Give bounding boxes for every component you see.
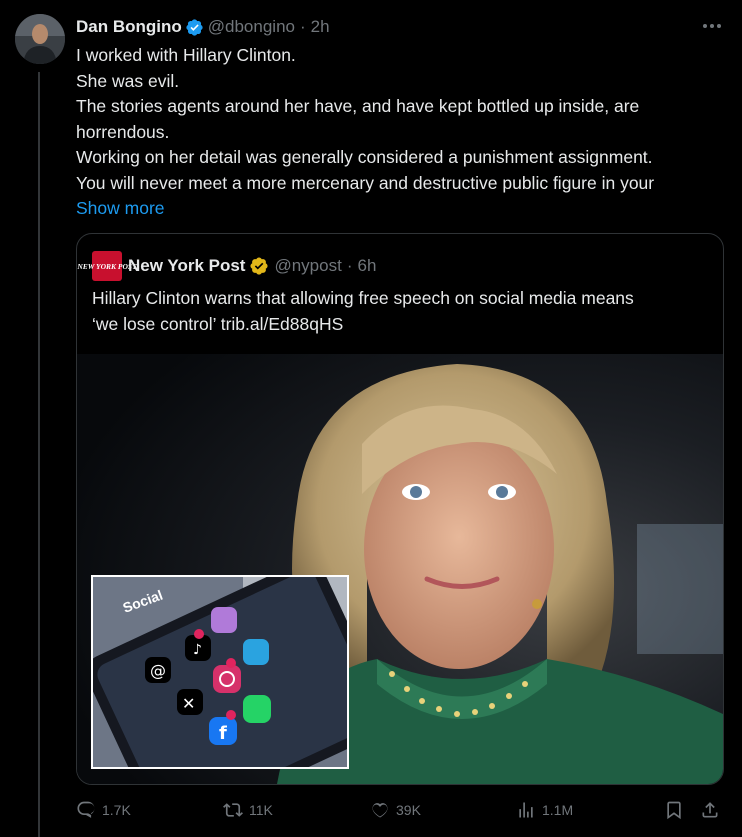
post-line: You will never meet a more mercenary and… [76, 172, 655, 193]
views-button[interactable]: 1.1M [516, 800, 573, 820]
share-icon [702, 802, 718, 818]
social-apps-inset: Social ♪ @ ✕ f [91, 575, 349, 769]
verified-icon [250, 257, 269, 275]
reply-button[interactable]: 1.7K [76, 800, 131, 820]
like-count: 39K [396, 802, 421, 818]
thread-line [38, 72, 40, 837]
svg-text:♪: ♪ [193, 642, 202, 658]
post-line: The stories agents around her have, and … [76, 96, 640, 116]
time-separator: · [299, 17, 306, 36]
nypost-logo: NEW YORK POST [77, 251, 137, 281]
show-more-link[interactable]: Show more [76, 196, 726, 222]
svg-text:f: f [219, 723, 227, 744]
quote-author-handle[interactable]: @nypost [274, 256, 341, 276]
verified-icon [186, 18, 203, 36]
author-handle[interactable]: @dbongino [208, 16, 295, 38]
quote-media[interactable]: Social ♪ @ ✕ f [77, 354, 723, 784]
reply-icon [77, 801, 95, 818]
post-line: Working on her detail was generally cons… [76, 147, 653, 167]
views-count: 1.1M [542, 802, 574, 818]
more-icon[interactable] [696, 14, 728, 38]
repost-icon [223, 803, 243, 817]
time-separator: · [346, 256, 353, 275]
like-button[interactable]: 39K [370, 800, 421, 820]
svg-text:✕: ✕ [182, 694, 195, 713]
post-line: She was evil. [76, 70, 180, 91]
like-icon [372, 803, 388, 818]
post-line: horrendous. [76, 121, 170, 142]
post-header: Dan Bongino @dbongino · 2h [76, 16, 330, 38]
quote-text: Hillary Clinton warns that allowing free… [92, 286, 712, 337]
repost-count: 11K [249, 802, 273, 818]
author-name[interactable]: Dan Bongino [76, 16, 182, 38]
reply-count: 1.7K [102, 802, 131, 818]
post-text: I worked with Hillary Clinton. She was e… [76, 43, 726, 222]
bookmark-icon [667, 801, 681, 820]
views-icon [519, 802, 533, 818]
quote-author-name[interactable]: New York Post [128, 256, 245, 276]
quote-time[interactable]: 6h [358, 256, 377, 276]
quoted-post[interactable]: NEW YORK POST New York Post @nypost · 6h… [76, 233, 724, 785]
post-line: I worked with Hillary Clinton. [76, 45, 296, 65]
bookmark-button[interactable] [664, 800, 684, 820]
repost-button[interactable]: 11K [223, 800, 273, 820]
svg-text:@: @ [150, 661, 166, 680]
quote-header: NEW YORK POST New York Post @nypost · 6h [77, 251, 377, 281]
post-time[interactable]: 2h [311, 16, 330, 38]
quote-line: ‘we lose control’ trib.al/Ed88qHS [92, 313, 344, 334]
share-button[interactable] [700, 800, 720, 820]
avatar[interactable] [15, 14, 65, 64]
action-bar: 1.7K 11K 39K 1.1M [76, 800, 726, 826]
quote-line: Hillary Clinton warns that allowing free… [92, 288, 634, 308]
